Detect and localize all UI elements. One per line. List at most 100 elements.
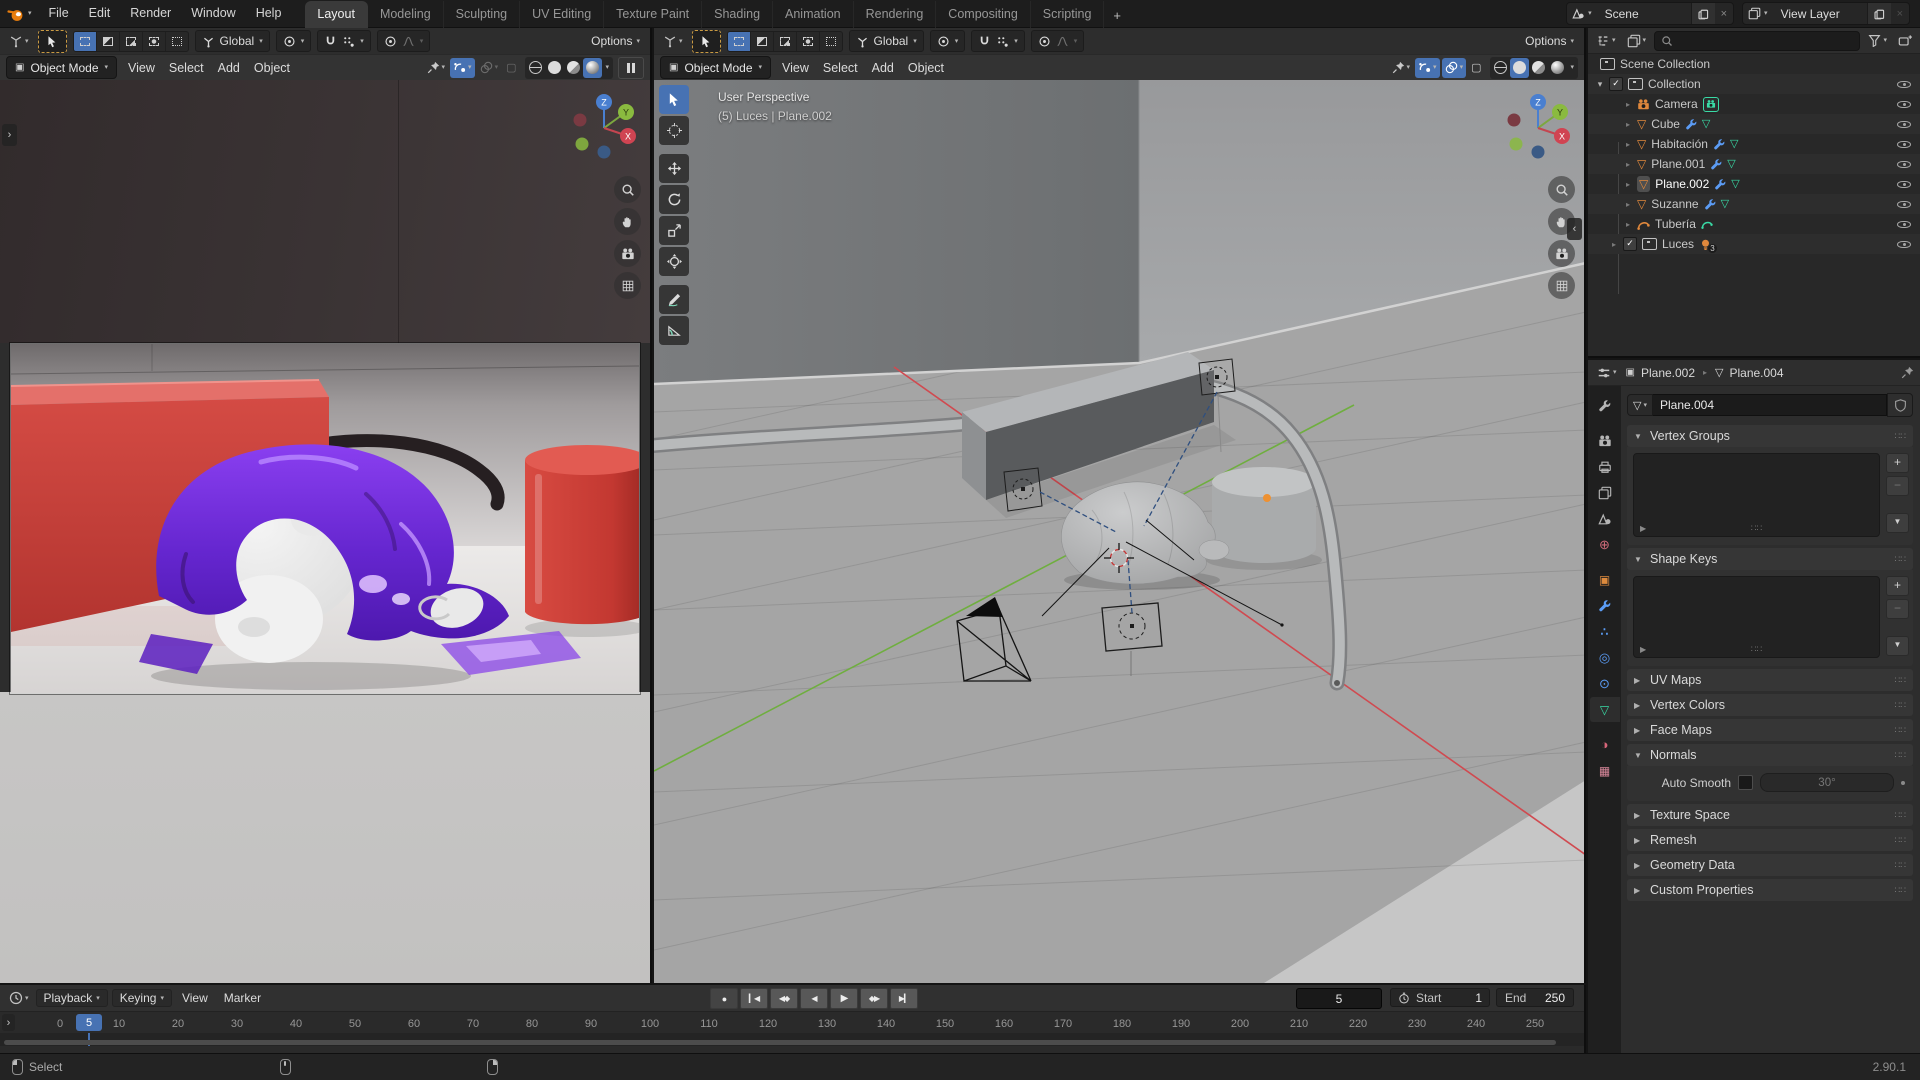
editor-type-button[interactable]: ▾: [6, 990, 32, 1006]
tab-modeling[interactable]: Modeling: [368, 1, 444, 28]
tool-rotate[interactable]: [659, 185, 689, 214]
view-layer-new-button[interactable]: [1867, 3, 1891, 24]
view-layer-browse-button[interactable]: ▾: [1743, 3, 1773, 24]
pivot-point[interactable]: ▾: [930, 30, 966, 52]
outliner-row-collection[interactable]: ▾ ✓ Collection: [1588, 74, 1920, 94]
visibility-eye-icon[interactable]: [1897, 138, 1911, 151]
tab-shading[interactable]: Shading: [702, 1, 773, 28]
select-mode-invert[interactable]: [797, 32, 820, 51]
shading-wireframe[interactable]: [1491, 58, 1510, 78]
previous-keyframe-button[interactable]: ◀◆: [770, 988, 798, 1009]
panel-header[interactable]: ▶Texture Space∷∷: [1627, 804, 1913, 826]
outliner-row-plane001[interactable]: ▸▽ Plane.001 ▽: [1588, 154, 1920, 174]
menu-render[interactable]: Render: [120, 0, 181, 27]
ortho-toggle-button[interactable]: [614, 272, 641, 299]
rendered-canvas[interactable]: › Z Y X: [0, 80, 650, 983]
select-mode-subtract[interactable]: [120, 32, 143, 51]
marker-menu[interactable]: Marker: [218, 991, 267, 1005]
panel-header[interactable]: ▶UV Maps∷∷: [1627, 669, 1913, 691]
visibility-eye-icon[interactable]: [1897, 198, 1911, 211]
visibility-eye-icon[interactable]: [1897, 178, 1911, 191]
toolbar-expand-arrow[interactable]: ›: [2, 124, 17, 146]
show-gizmo-toggle[interactable]: ▾: [450, 58, 475, 78]
select-mode-intersect[interactable]: [166, 32, 188, 51]
visibility-eye-icon[interactable]: [1897, 78, 1911, 91]
select-mode-new[interactable]: [728, 32, 751, 51]
scene-unlink-button[interactable]: ×: [1715, 8, 1733, 20]
panel-header[interactable]: ▶Vertex Colors∷∷: [1627, 694, 1913, 716]
panel-header[interactable]: ▼Shape Keys∷∷: [1627, 548, 1913, 570]
remove-vertex-group-button[interactable]: −: [1886, 476, 1909, 496]
grip-icon[interactable]: ∷∷: [1895, 860, 1906, 871]
blender-logo-menu[interactable]: ▾: [0, 0, 39, 27]
zoom-button[interactable]: [1548, 176, 1575, 203]
select-mode-invert[interactable]: [143, 32, 166, 51]
shading-rendered[interactable]: [1548, 58, 1567, 78]
outliner-row-luces[interactable]: ▸ ✓ Luces 3: [1588, 234, 1920, 254]
menu-object[interactable]: Object: [905, 61, 947, 75]
current-frame-field[interactable]: 5: [1296, 988, 1382, 1009]
view-layer-name[interactable]: View Layer: [1773, 7, 1867, 21]
timeline-expand-arrow[interactable]: ›: [2, 1014, 15, 1031]
menu-file[interactable]: File: [39, 0, 79, 27]
scene-name[interactable]: Scene: [1597, 7, 1691, 21]
pause-render-button[interactable]: [618, 57, 644, 79]
menu-view[interactable]: View: [125, 61, 158, 75]
tab-modifiers[interactable]: [1590, 593, 1620, 618]
scene-new-button[interactable]: [1691, 3, 1715, 24]
new-collection-button[interactable]: [1895, 33, 1915, 49]
visibility-eye-icon[interactable]: [1897, 158, 1911, 171]
grip-icon[interactable]: ∷∷: [1895, 810, 1906, 821]
show-overlays-toggle[interactable]: ▾: [1442, 58, 1467, 78]
zoom-button[interactable]: [614, 176, 641, 203]
animate-property-dot[interactable]: [1901, 781, 1905, 785]
menu-select[interactable]: Select: [820, 61, 861, 75]
xray-toggle[interactable]: ▢: [1468, 58, 1484, 78]
tool-cursor[interactable]: [659, 116, 689, 145]
outliner-row-scene-collection[interactable]: Scene Collection: [1588, 54, 1920, 74]
grip-icon[interactable]: ∷∷: [1895, 885, 1906, 896]
auto-smooth-checkbox[interactable]: [1738, 775, 1753, 790]
menu-select[interactable]: Select: [166, 61, 207, 75]
shading-options[interactable]: ▾: [602, 58, 612, 78]
add-shape-key-button[interactable]: +: [1886, 576, 1909, 596]
datablock-browse-button[interactable]: ▽▾: [1627, 394, 1653, 416]
breadcrumb-object[interactable]: Plane.002: [1641, 366, 1695, 380]
options-dropdown[interactable]: Options▾: [591, 34, 644, 48]
menu-help[interactable]: Help: [246, 0, 292, 27]
tool-scale[interactable]: [659, 216, 689, 245]
resize-grip-icon[interactable]: ∷∷: [1751, 523, 1762, 534]
visibility-eye-icon[interactable]: [1897, 98, 1911, 111]
object-type-visibility[interactable]: ▾: [424, 58, 449, 78]
editor-type-button[interactable]: ▾: [660, 33, 686, 49]
timeline-ruler[interactable]: 0 10 20 30 40 50 60 70 80 90 100 110 120…: [0, 1011, 1584, 1033]
tab-uv-editing[interactable]: UV Editing: [520, 1, 604, 28]
show-gizmo-toggle[interactable]: ▾: [1415, 58, 1440, 78]
tab-texture-paint[interactable]: Texture Paint: [604, 1, 702, 28]
ortho-toggle-button[interactable]: [1548, 272, 1575, 299]
transform-orientation[interactable]: Global▾: [195, 30, 270, 52]
editor-type-button[interactable]: ▾: [1594, 365, 1620, 381]
outliner-row-cube[interactable]: ▸▽ Cube ▽: [1588, 114, 1920, 134]
solid-canvas[interactable]: User Perspective (5) Luces | Plane.002 Z…: [654, 80, 1584, 983]
menu-add[interactable]: Add: [215, 61, 243, 75]
grip-icon[interactable]: ∷∷: [1895, 675, 1906, 686]
frame-start-field[interactable]: Start1: [1390, 988, 1490, 1007]
tab-rendering[interactable]: Rendering: [854, 1, 937, 28]
playback-menu[interactable]: Playback▾: [36, 989, 108, 1007]
editor-type-button[interactable]: ▾: [1593, 33, 1619, 49]
keying-menu[interactable]: Keying▾: [112, 989, 172, 1007]
menu-edit[interactable]: Edit: [79, 0, 121, 27]
tool-select-box[interactable]: [659, 85, 689, 114]
collection-checkbox[interactable]: ✓: [1609, 77, 1623, 91]
grip-icon[interactable]: ∷∷: [1895, 700, 1906, 711]
editor-type-button[interactable]: ▾: [6, 33, 32, 49]
tab-scene[interactable]: [1590, 506, 1620, 531]
resize-grip-icon[interactable]: ∷∷: [1751, 644, 1762, 655]
display-mode-dropdown[interactable]: ▾: [1624, 33, 1650, 49]
vertex-group-specials-button[interactable]: ▼: [1886, 513, 1909, 533]
camera-view-button[interactable]: [614, 240, 641, 267]
jump-to-end-button[interactable]: ▶▎: [890, 988, 918, 1009]
jump-to-start-button[interactable]: ▎◀: [740, 988, 768, 1009]
outliner-search[interactable]: [1654, 31, 1860, 51]
